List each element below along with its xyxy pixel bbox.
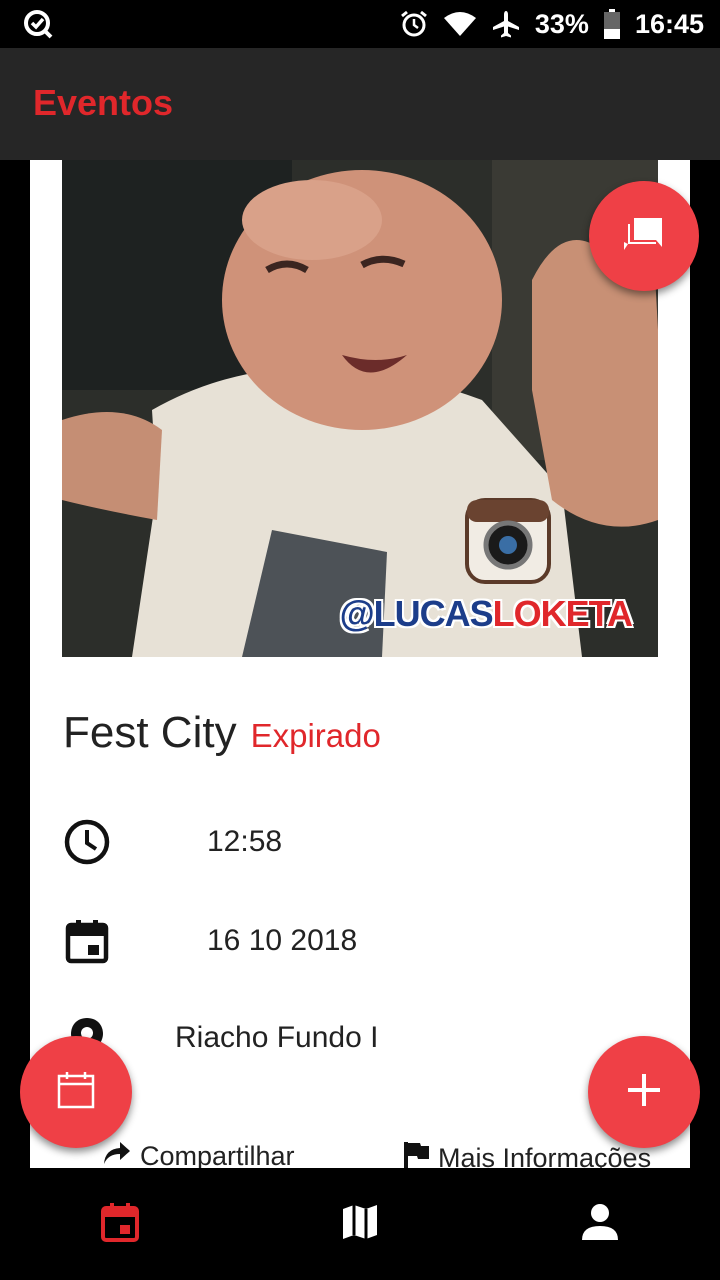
notification-app-icon xyxy=(22,8,54,40)
event-title-row: Fest City Expirado xyxy=(63,708,381,758)
event-date: 16 10 2018 xyxy=(207,924,358,957)
more-info-button[interactable]: Mais Informações xyxy=(402,1140,651,1168)
chat-fab[interactable] xyxy=(589,181,699,291)
add-event-fab[interactable] xyxy=(588,1036,700,1148)
share-arrow-icon xyxy=(102,1140,132,1168)
calendar-fab[interactable] xyxy=(20,1036,132,1148)
calendar-outline-icon xyxy=(56,1070,96,1115)
event-date-row: 16 10 2018 xyxy=(63,917,357,965)
watermark-part1: @LUCAS xyxy=(339,593,494,634)
event-status-badge: Expirado xyxy=(250,717,381,754)
calendar-icon xyxy=(63,917,111,965)
profile-icon xyxy=(580,1202,620,1247)
event-photo[interactable]: @LUCASLOKETA xyxy=(62,160,658,657)
wifi-icon xyxy=(443,10,477,38)
events-calendar-icon xyxy=(100,1202,140,1247)
event-location: Riacho Fundo I xyxy=(175,1021,379,1054)
clock-time: 16:45 xyxy=(634,8,704,39)
flag-icon xyxy=(402,1140,430,1168)
app-bar: Eventos xyxy=(0,48,720,160)
watermark-part2: LOKETA xyxy=(492,593,633,634)
event-name: Fest City xyxy=(63,708,237,757)
event-card[interactable]: @LUCASLOKETA Fest City Expirado 12:58 16… xyxy=(30,160,690,1168)
event-time-row: 12:58 xyxy=(63,818,282,866)
battery-percent: 33% xyxy=(534,8,589,39)
alarm-icon xyxy=(399,9,429,39)
bottom-navigation xyxy=(0,1168,720,1280)
battery-icon xyxy=(603,9,621,39)
share-button[interactable]: Compartilhar xyxy=(102,1140,295,1168)
event-list[interactable]: @LUCASLOKETA Fest City Expirado 12:58 16… xyxy=(0,160,720,1168)
more-info-label: Mais Informações xyxy=(438,1143,652,1168)
nav-profile-tab[interactable] xyxy=(574,1198,626,1250)
photo-watermark: @LUCASLOKETA xyxy=(339,593,633,635)
status-bar: 33% 16:45 xyxy=(0,0,720,48)
plus-icon xyxy=(626,1072,662,1113)
page-title: Eventos xyxy=(33,82,174,123)
clock-icon xyxy=(63,818,111,866)
share-label: Compartilhar xyxy=(140,1141,295,1168)
event-time: 12:58 xyxy=(207,825,283,858)
map-icon xyxy=(340,1202,380,1247)
nav-map-tab[interactable] xyxy=(334,1198,386,1250)
nav-events-tab[interactable] xyxy=(94,1198,146,1250)
airplane-icon xyxy=(491,9,521,39)
card-actions: Compartilhar Mais Informações xyxy=(30,1140,690,1168)
chat-icon xyxy=(622,214,666,259)
